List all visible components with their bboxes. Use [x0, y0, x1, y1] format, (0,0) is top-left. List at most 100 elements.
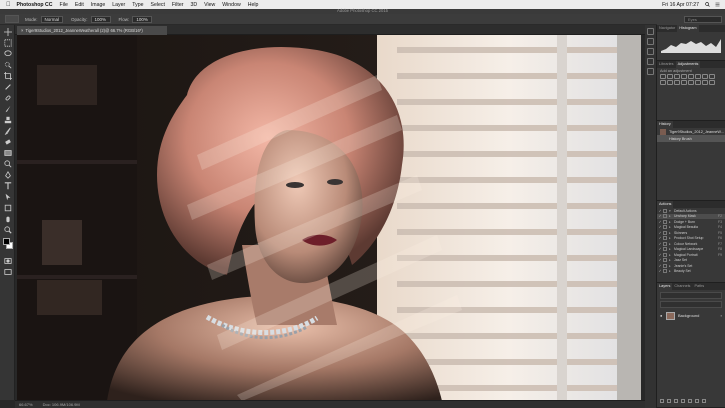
apple-icon[interactable]: 	[6, 2, 11, 8]
menu-type[interactable]: Type	[132, 2, 143, 8]
document-canvas[interactable]	[17, 35, 641, 401]
photo-filter-icon[interactable]	[660, 80, 666, 85]
type-tool-icon[interactable]	[3, 181, 12, 190]
clone-stamp-tool-icon[interactable]	[3, 115, 12, 124]
layer-row[interactable]: ● Background ▪	[657, 310, 725, 321]
menu-view[interactable]: View	[204, 2, 215, 8]
threshold-icon[interactable]	[695, 80, 701, 85]
channel-mixer-icon[interactable]	[667, 80, 673, 85]
lasso-tool-icon[interactable]	[3, 49, 12, 58]
tab-libraries[interactable]: Libraries	[657, 61, 676, 68]
brush-tool-icon[interactable]	[3, 104, 12, 113]
brightness-icon[interactable]	[660, 74, 666, 79]
mode-select[interactable]: Normal	[40, 15, 64, 23]
menu-image[interactable]: Image	[91, 2, 105, 8]
shape-tool-icon[interactable]	[3, 203, 12, 212]
layer-thumbnail	[666, 311, 675, 320]
curves-icon[interactable]	[674, 74, 680, 79]
blend-mode-bar[interactable]	[660, 301, 722, 308]
history-brush-tool-icon[interactable]	[3, 126, 12, 135]
menu-help[interactable]: Help	[248, 2, 259, 8]
panel-icon-5[interactable]	[647, 68, 654, 75]
zoom-tool-icon[interactable]	[3, 225, 12, 234]
tab-histogram[interactable]: Histogram	[677, 25, 699, 32]
flow-label: Flow:	[118, 16, 130, 22]
path-selection-tool-icon[interactable]	[3, 192, 12, 201]
crop-tool-icon[interactable]	[3, 71, 12, 80]
tab-navigator[interactable]: Navigator	[657, 25, 677, 32]
history-step[interactable]: History Brush	[657, 135, 725, 142]
dodge-tool-icon[interactable]	[3, 159, 12, 168]
gradient-tool-icon[interactable]	[3, 148, 12, 157]
adjustments-grid	[657, 74, 725, 85]
close-tab-icon[interactable]: ×	[21, 28, 23, 33]
eraser-tool-icon[interactable]	[3, 137, 12, 146]
eyedropper-tool-icon[interactable]	[3, 82, 12, 91]
menubar-clock[interactable]: Fri 16 Apr 07:27	[662, 2, 699, 8]
color-lookup-icon[interactable]	[674, 80, 680, 85]
healing-brush-tool-icon[interactable]	[3, 93, 12, 102]
fx-icon[interactable]	[667, 399, 671, 403]
menu-select[interactable]: Select	[151, 2, 165, 8]
marquee-tool-icon[interactable]	[3, 38, 12, 47]
status-bar: 66.67% Doc: 106.9M/106.9M	[15, 400, 645, 408]
quick-select-tool-icon[interactable]	[3, 60, 12, 69]
panel-icon-2[interactable]	[647, 38, 654, 45]
link-layers-icon[interactable]	[660, 399, 664, 403]
lock-icon: ▪	[720, 313, 722, 318]
tool-preset-picker[interactable]	[5, 15, 19, 23]
gradient-map-icon[interactable]	[702, 80, 708, 85]
menu-list-icon[interactable]	[715, 2, 720, 7]
new-adjustment-icon[interactable]	[681, 399, 685, 403]
tab-channels[interactable]: Channels	[672, 283, 692, 290]
quick-mask-icon[interactable]	[3, 256, 12, 265]
color-balance-icon[interactable]	[702, 74, 708, 79]
add-mask-icon[interactable]	[674, 399, 678, 403]
exposure-icon[interactable]	[681, 74, 687, 79]
menu-filter[interactable]: Filter	[172, 2, 184, 8]
menu-edit[interactable]: Edit	[75, 2, 84, 8]
posterize-icon[interactable]	[688, 80, 694, 85]
doc-size[interactable]: Doc: 106.9M/106.9M	[43, 402, 80, 407]
levels-icon[interactable]	[667, 74, 673, 79]
color-swatches[interactable]	[2, 238, 13, 252]
tab-history[interactable]: History	[657, 121, 673, 128]
panel-icon-4[interactable]	[647, 58, 654, 65]
menu-layer[interactable]: Layer	[112, 2, 125, 8]
tab-layers[interactable]: Layers	[657, 283, 673, 290]
spotlight-search-icon[interactable]	[705, 2, 710, 7]
zoom-level[interactable]: 66.67%	[19, 402, 33, 407]
action-set-row[interactable]: ✓ ▸ Beauty Set	[657, 269, 725, 275]
menu-3d[interactable]: 3D	[190, 2, 197, 8]
workspace-select[interactable]: Eyes	[684, 16, 722, 23]
document-tab[interactable]: × Tiger9Studios_2012_JeanneWeatherall (2)…	[17, 26, 167, 35]
new-layer-icon[interactable]	[695, 399, 699, 403]
hand-tool-icon[interactable]	[3, 214, 12, 223]
panel-icon-1[interactable]	[647, 28, 654, 35]
history-snapshot[interactable]: Tiger9Studios_2012_JeanneW...	[657, 128, 725, 135]
options-bar: Mode: Normal Opacity: 100% Flow: 100%	[0, 14, 725, 25]
move-tool-icon[interactable]	[3, 27, 12, 36]
tab-actions[interactable]: Actions	[657, 201, 674, 208]
pen-tool-icon[interactable]	[3, 170, 12, 179]
action-label: Unsharp Mask	[674, 214, 696, 219]
trash-icon[interactable]	[702, 399, 706, 403]
flow-field[interactable]: 100%	[132, 15, 153, 23]
screen-mode-icon[interactable]	[3, 267, 12, 276]
hue-saturation-icon[interactable]	[695, 74, 701, 79]
vibrance-icon[interactable]	[688, 74, 694, 79]
tab-paths[interactable]: Paths	[692, 283, 706, 290]
selective-color-icon[interactable]	[709, 80, 715, 85]
tab-adjustments[interactable]: Adjustments	[675, 61, 701, 68]
panel-icon-3[interactable]	[647, 48, 654, 55]
new-group-icon[interactable]	[688, 399, 692, 403]
menu-file[interactable]: File	[60, 2, 68, 8]
action-label: Magical Landscape	[674, 247, 704, 252]
opacity-field[interactable]: 100%	[90, 15, 111, 23]
layer-filter-bar[interactable]	[660, 292, 722, 299]
menu-window[interactable]: Window	[222, 2, 240, 8]
invert-icon[interactable]	[681, 80, 687, 85]
app-menu[interactable]: Photoshop CC	[17, 2, 53, 8]
black-white-icon[interactable]	[709, 74, 715, 79]
foreground-color-swatch[interactable]	[3, 238, 10, 245]
